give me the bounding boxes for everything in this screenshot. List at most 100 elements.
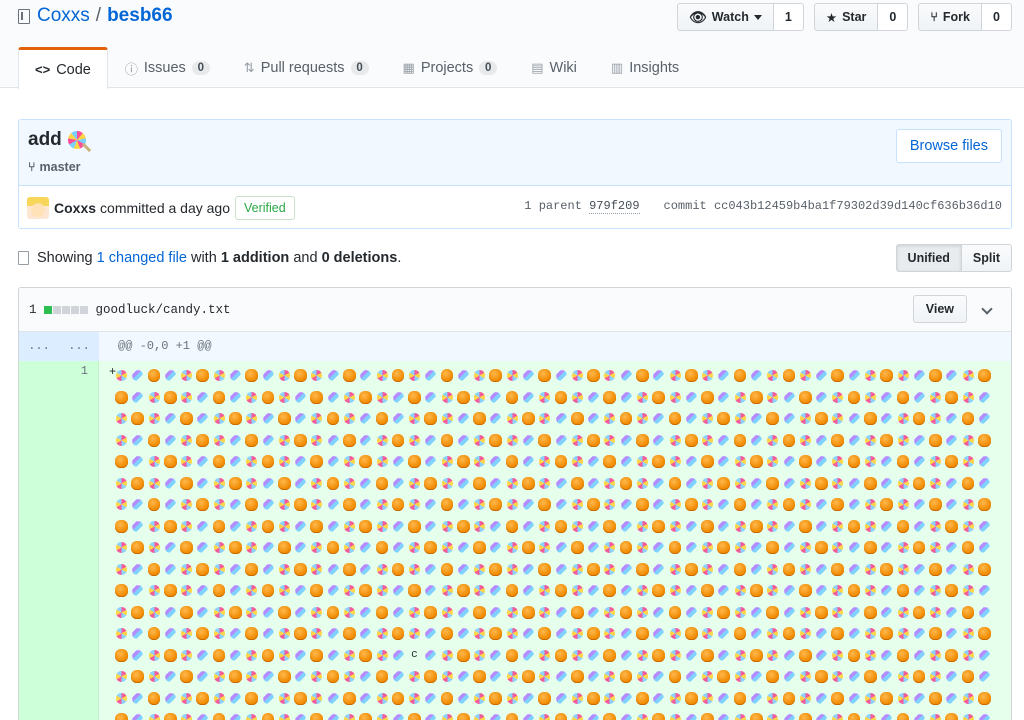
candy-emoji-icon xyxy=(718,714,729,720)
commit-author[interactable]: Coxxs xyxy=(54,200,96,216)
candy-emoji-icon xyxy=(653,607,664,618)
candy-emoji-icon xyxy=(686,585,697,596)
avatar[interactable] xyxy=(27,196,49,219)
lollipop-emoji-icon xyxy=(832,606,844,618)
candy-emoji-icon xyxy=(360,671,371,682)
candy-emoji-icon xyxy=(979,607,990,618)
chevron-down-icon[interactable] xyxy=(981,303,993,315)
lollipop-emoji-icon xyxy=(604,370,616,382)
pumpkin-emoji-icon xyxy=(749,648,763,662)
browse-files-button[interactable]: Browse files xyxy=(895,129,1002,163)
watch-group: 👁 Watch 1 xyxy=(677,3,804,31)
star-count[interactable]: 0 xyxy=(878,3,909,31)
lollipop-emoji-icon xyxy=(832,391,844,403)
candy-emoji-icon xyxy=(653,413,664,424)
lollipop-emoji-icon xyxy=(832,671,844,683)
lollipop-emoji-icon xyxy=(376,714,388,720)
file-path[interactable]: goodluck/candy.txt xyxy=(96,303,231,317)
watch-button[interactable]: 👁 Watch xyxy=(677,3,774,31)
pumpkin-emoji-icon xyxy=(489,369,503,383)
candy-emoji-icon xyxy=(816,650,827,661)
lollipop-emoji-icon xyxy=(181,563,192,575)
parent-info: 1 parent 979f209 xyxy=(524,199,640,214)
pumpkin-emoji-icon xyxy=(684,627,698,641)
pumpkin-emoji-icon xyxy=(880,691,893,705)
lollipop-emoji-icon xyxy=(604,413,616,425)
pumpkin-emoji-icon xyxy=(147,627,161,641)
pumpkin-emoji-icon xyxy=(440,627,454,641)
tab-projects[interactable]: ▦ Projects 0 xyxy=(386,47,515,88)
candy-emoji-icon xyxy=(165,413,176,424)
lollipop-emoji-icon xyxy=(767,434,778,446)
candy-emoji-icon xyxy=(816,521,827,532)
pumpkin-emoji-icon xyxy=(115,455,128,469)
split-button[interactable]: Split xyxy=(961,244,1012,272)
lollipop-emoji-icon xyxy=(571,499,583,511)
candy-emoji-icon xyxy=(393,542,404,553)
tab-code[interactable]: <> Code xyxy=(18,47,108,89)
repo-owner-link[interactable]: Coxxs xyxy=(37,5,90,27)
pumpkin-emoji-icon xyxy=(163,713,177,720)
pumpkin-emoji-icon xyxy=(538,498,551,512)
parent-sha-link[interactable]: 979f209 xyxy=(589,199,640,214)
lollipop-emoji-icon xyxy=(799,542,811,554)
pumpkin-emoji-icon xyxy=(212,713,226,720)
lollipop-emoji-icon xyxy=(115,671,127,683)
tab-insights[interactable]: ▥ Insights xyxy=(594,47,696,88)
pumpkin-emoji-icon xyxy=(131,476,144,490)
candy-emoji-icon xyxy=(946,628,957,639)
pumpkin-emoji-icon xyxy=(977,369,991,383)
changed-files-link[interactable]: 1 changed file xyxy=(97,250,187,266)
lollipop-emoji-icon xyxy=(311,628,323,640)
star-group: ★ Star 0 xyxy=(813,3,909,31)
verified-badge[interactable]: Verified xyxy=(235,195,295,220)
tab-pull-requests[interactable]: ⇅ Pull requests 0 xyxy=(227,47,386,88)
lollipop-emoji-icon xyxy=(832,714,844,720)
pumpkin-emoji-icon xyxy=(863,476,877,490)
pumpkin-emoji-icon xyxy=(815,541,828,555)
unified-button[interactable]: Unified xyxy=(895,244,962,272)
star-button[interactable]: ★ Star xyxy=(813,3,879,31)
candy-emoji-icon xyxy=(360,564,371,575)
pumpkin-emoji-icon xyxy=(163,390,177,404)
fork-count[interactable]: 0 xyxy=(982,3,1012,31)
pumpkin-emoji-icon xyxy=(815,476,828,490)
candy-emoji-icon xyxy=(555,564,567,575)
candy-emoji-icon xyxy=(555,693,567,704)
candy-emoji-icon xyxy=(295,542,306,553)
lollipop-emoji-icon xyxy=(930,606,941,618)
pumpkin-emoji-icon xyxy=(277,412,291,426)
candy-emoji-icon xyxy=(132,693,143,704)
candy-emoji-icon xyxy=(946,435,957,446)
pumpkin-emoji-icon xyxy=(245,691,258,705)
candy-emoji-icon xyxy=(360,607,371,618)
candy-emoji-icon xyxy=(620,564,632,575)
pumpkin-emoji-icon xyxy=(831,627,845,641)
expand-down-button[interactable]: ... xyxy=(59,332,99,361)
new-line-number[interactable]: 1 xyxy=(59,361,99,720)
lollipop-emoji-icon xyxy=(181,628,192,640)
lollipop-emoji-icon xyxy=(539,456,551,468)
candy-emoji-icon xyxy=(914,392,925,403)
expand-up-button[interactable]: ... xyxy=(19,332,59,361)
pumpkin-emoji-icon xyxy=(473,541,486,555)
commit-sha-block: 1 parent 979f209 commit cc043b12459b4ba1… xyxy=(524,199,1002,214)
candy-emoji-icon xyxy=(783,671,794,682)
pumpkin-emoji-icon xyxy=(408,713,421,720)
repo-name-link[interactable]: besb66 xyxy=(107,5,172,27)
lollipop-emoji-icon xyxy=(278,714,290,720)
pumpkin-emoji-icon xyxy=(131,670,144,684)
tab-issues[interactable]: ⓘ Issues 0 xyxy=(108,47,227,88)
pumpkin-emoji-icon xyxy=(196,433,210,447)
toc-additions: 1 addition xyxy=(220,250,290,266)
tab-wiki[interactable]: ▤ Wiki xyxy=(514,47,594,88)
branch-name[interactable]: master xyxy=(40,160,81,174)
lollipop-emoji-icon xyxy=(506,628,518,640)
fork-button[interactable]: ⑂ Fork xyxy=(918,3,982,31)
view-file-button[interactable]: View xyxy=(912,295,967,323)
pumpkin-emoji-icon xyxy=(701,584,714,598)
branch-icon: ⑂ xyxy=(28,160,36,174)
pumpkin-emoji-icon xyxy=(261,390,275,404)
watch-count[interactable]: 1 xyxy=(773,3,804,31)
lollipop-emoji-icon xyxy=(278,370,290,382)
